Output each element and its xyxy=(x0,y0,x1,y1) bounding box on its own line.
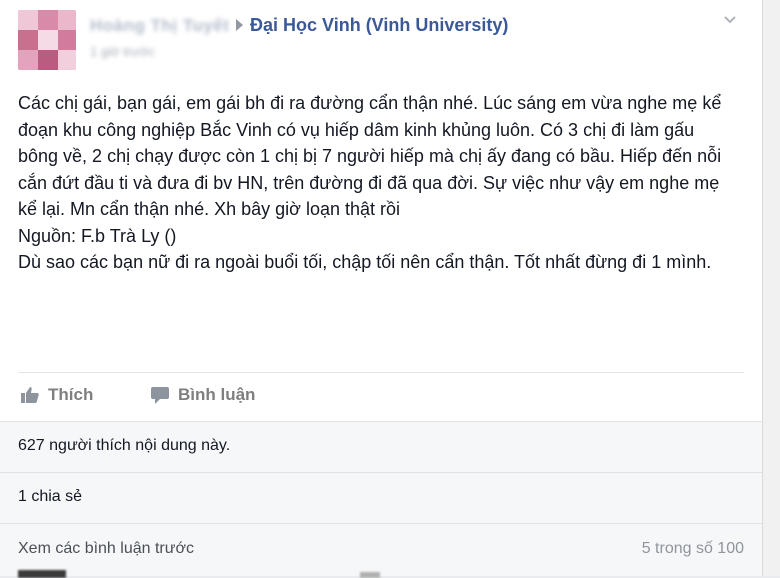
post-source: Nguồn: F.b Trà Ly () xyxy=(18,225,177,246)
chevron-down-icon[interactable] xyxy=(724,14,736,26)
divider xyxy=(0,472,762,473)
divider xyxy=(0,421,762,422)
speech-bubble-icon xyxy=(151,387,169,404)
post-body: Các chị gái, bạn gái, em gái bh đi ra đư… xyxy=(18,90,738,276)
comment-count: 5 trong số 100 xyxy=(641,540,744,557)
comment-button[interactable]: Bình luận xyxy=(150,385,255,405)
thumbs-up-icon xyxy=(21,387,39,403)
post-paragraph: Các chị gái, bạn gái, em gái bh đi ra đư… xyxy=(18,93,722,219)
group-link[interactable]: Đại Học Vinh (Vinh University) xyxy=(250,15,508,36)
like-label: Thích xyxy=(48,385,94,404)
divider xyxy=(0,523,762,524)
comment-avatar xyxy=(18,570,66,578)
author-avatar[interactable] xyxy=(18,10,76,70)
view-previous-comments-link[interactable]: Xem các bình luận trước xyxy=(18,540,194,558)
post-timestamp[interactable]: 1 giờ trước xyxy=(90,44,155,59)
divider xyxy=(18,372,744,373)
post-header: Hoàng Thị Tuyết Đại Học Vinh (Vinh Unive… xyxy=(18,8,742,74)
post-paragraph: Dù sao các bạn nữ đi ra ngoài buổi tối, … xyxy=(18,252,712,272)
right-arrow-icon xyxy=(236,19,243,31)
shares-link[interactable]: 1 chia sẻ xyxy=(18,488,82,506)
comment-label: Bình luận xyxy=(178,385,256,404)
scrollbar[interactable] xyxy=(762,0,780,576)
author-name[interactable]: Hoàng Thị Tuyết xyxy=(90,16,229,36)
likes-summary[interactable]: 627 người thích nội dung này. xyxy=(18,437,230,455)
post-card: Hoàng Thị Tuyết Đại Học Vinh (Vinh Unive… xyxy=(0,0,763,578)
comment-fragment xyxy=(360,572,380,578)
like-button[interactable]: Thích xyxy=(20,385,93,405)
